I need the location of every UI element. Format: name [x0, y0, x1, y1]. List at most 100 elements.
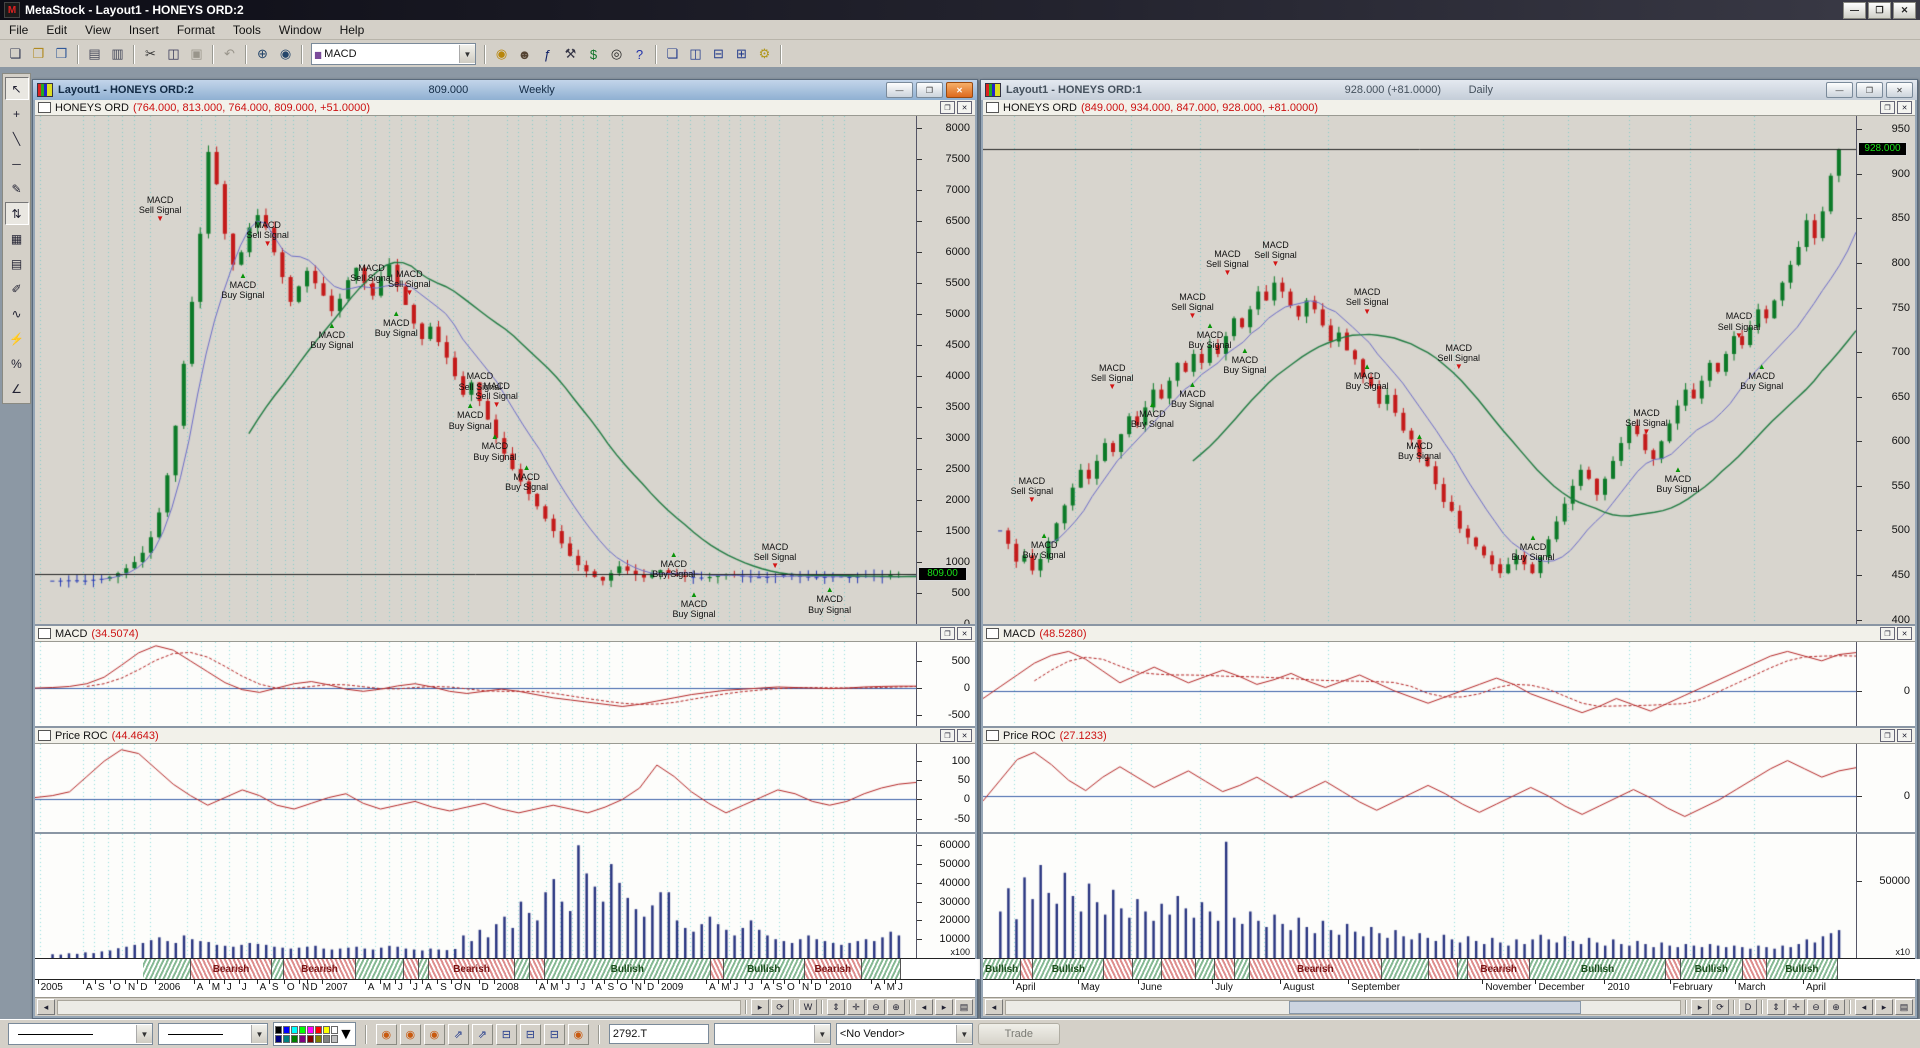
color-swatch[interactable]: [283, 1026, 290, 1034]
context-help-icon[interactable]: ?: [628, 44, 651, 65]
price-axis[interactable]: 950900850800750700650600550500450400928.…: [1856, 116, 1915, 624]
zoom-in-icon[interactable]: ⊕: [1827, 999, 1845, 1015]
open-folder-icon[interactable]: ❐: [27, 44, 50, 65]
zigzag-tool[interactable]: ∿: [5, 302, 29, 325]
window-close-button[interactable]: ✕: [946, 82, 973, 98]
line-style-combo[interactable]: ▼: [8, 1023, 153, 1045]
pointer-tool[interactable]: ↖: [5, 77, 29, 100]
app-close-button[interactable]: ✕: [1893, 2, 1916, 19]
cascade-windows-icon[interactable]: ❏: [661, 44, 684, 65]
trendline-tool[interactable]: ╲: [5, 127, 29, 150]
play-icon[interactable]: ▸: [1691, 999, 1709, 1015]
menu-format[interactable]: Format: [168, 21, 224, 39]
line-weight-combo[interactable]: ▼: [158, 1023, 268, 1045]
volume-axis[interactable]: 600005000040000300002000010000x100: [916, 834, 975, 958]
trade-button[interactable]: Trade: [978, 1023, 1060, 1045]
layout-list-icon[interactable]: ▤: [1895, 999, 1913, 1015]
pane-close-button[interactable]: ✕: [957, 729, 972, 742]
macd-chart[interactable]: [35, 642, 916, 726]
horizontal-scrollbar[interactable]: [1005, 1000, 1681, 1015]
color-swatch[interactable]: [307, 1035, 314, 1043]
layout-list-icon[interactable]: ▤: [955, 999, 973, 1015]
new-chart-icon[interactable]: ❏: [4, 44, 27, 65]
menu-file[interactable]: File: [0, 21, 37, 39]
move-chart-icon[interactable]: ✛: [1787, 999, 1805, 1015]
crosshair-icon[interactable]: ⊕: [251, 44, 274, 65]
news-icon[interactable]: ◉: [424, 1024, 445, 1045]
fit-vertical-icon[interactable]: ⇕: [1767, 999, 1785, 1015]
window-caption[interactable]: Layout1 - HONEYS ORD:1 928.000 (+81.0000…: [981, 80, 1917, 100]
zoom-out-icon[interactable]: ⊖: [1807, 999, 1825, 1015]
color-swatch[interactable]: [307, 1026, 314, 1034]
fit-vertical-icon[interactable]: ⇕: [827, 999, 845, 1015]
menu-view[interactable]: View: [76, 21, 120, 39]
study-grid-tool[interactable]: ▦: [5, 227, 29, 250]
tile-panel-icon[interactable]: ⊟: [496, 1024, 517, 1045]
page-right-icon[interactable]: ▸: [1875, 999, 1893, 1015]
pane-close-button[interactable]: ✕: [1897, 729, 1912, 742]
color-swatch[interactable]: [315, 1026, 322, 1034]
macd-axis[interactable]: 0: [1856, 642, 1915, 726]
print-icon[interactable]: ▤: [83, 44, 106, 65]
chart-window-daily[interactable]: Layout1 - HONEYS ORD:1 928.000 (+81.0000…: [980, 79, 1918, 1019]
color-swatch[interactable]: [283, 1035, 290, 1043]
tile-grid-icon[interactable]: ⊞: [730, 44, 753, 65]
window-options-icon[interactable]: ⚙: [753, 44, 776, 65]
tick-data-icon[interactable]: ◉: [376, 1024, 397, 1045]
scroll-left-button[interactable]: ◂: [37, 999, 55, 1015]
save-icon[interactable]: ❒: [50, 44, 73, 65]
color-swatch[interactable]: [331, 1026, 338, 1034]
lightning-tool[interactable]: ⚡: [5, 327, 29, 350]
date-axis[interactable]: 2005ASOND2006AMJJASOND2007AMJJASOND2008A…: [35, 979, 975, 997]
price-axis[interactable]: 8000750070006500600055005000450040003500…: [916, 116, 975, 624]
pane-icon[interactable]: [986, 730, 999, 741]
window-close-button[interactable]: ✕: [1886, 82, 1913, 98]
pane-close-button[interactable]: ✕: [1897, 101, 1912, 114]
pane-restore-button[interactable]: ❐: [1880, 729, 1895, 742]
move-chart-icon[interactable]: ✛: [847, 999, 865, 1015]
cut-icon[interactable]: ✂: [139, 44, 162, 65]
volume-axis[interactable]: 50000x10: [1856, 834, 1915, 958]
pane-close-button[interactable]: ✕: [957, 627, 972, 640]
date-axis[interactable]: AprilMayJuneJulyAugustSeptemberNovemberD…: [983, 979, 1915, 997]
symbol-input[interactable]: [609, 1024, 709, 1044]
zoom-page-icon[interactable]: ◉: [274, 44, 297, 65]
window-minimize-button[interactable]: —: [886, 82, 913, 98]
percent-tool[interactable]: %: [5, 352, 29, 375]
roc-chart[interactable]: [983, 744, 1856, 832]
pane-restore-button[interactable]: ❐: [1880, 101, 1895, 114]
menu-window[interactable]: Window: [270, 21, 331, 39]
scrollbar-thumb[interactable]: [1289, 1001, 1581, 1014]
quote-icon[interactable]: ◉: [400, 1024, 421, 1045]
periodicity-button[interactable]: W: [799, 999, 817, 1015]
pane-icon[interactable]: [986, 628, 999, 639]
play-icon[interactable]: ▸: [751, 999, 769, 1015]
page-right-icon[interactable]: ▸: [935, 999, 953, 1015]
macd-axis[interactable]: 5000-500: [916, 642, 975, 726]
tile-horizontal-icon[interactable]: ⊟: [707, 44, 730, 65]
menu-tools[interactable]: Tools: [224, 21, 270, 39]
horizontal-line-tool[interactable]: ─: [5, 152, 29, 175]
tile-vertical-icon[interactable]: ◫: [684, 44, 707, 65]
color-picker-combo[interactable]: ▼: [273, 1022, 356, 1046]
menu-help[interactable]: Help: [331, 21, 374, 39]
roc-axis[interactable]: 100500-50: [916, 744, 975, 832]
open-layout-icon[interactable]: ⇗: [472, 1024, 493, 1045]
find-binoculars-icon[interactable]: ◎: [605, 44, 628, 65]
pane-icon[interactable]: [38, 628, 51, 639]
roc-chart[interactable]: [35, 744, 916, 832]
color-swatch[interactable]: [323, 1026, 330, 1034]
downloader-icon[interactable]: $: [582, 44, 605, 65]
tile-panel-icon-2[interactable]: ⊟: [520, 1024, 541, 1045]
pane-icon[interactable]: [38, 730, 51, 741]
menu-insert[interactable]: Insert: [120, 21, 168, 39]
web-online-icon[interactable]: ◉: [568, 1024, 589, 1045]
color-swatch[interactable]: [275, 1035, 282, 1043]
explorer-icon[interactable]: ◉: [490, 44, 513, 65]
page-left-icon[interactable]: ◂: [915, 999, 933, 1015]
undo-icon[interactable]: ↶: [218, 44, 241, 65]
open-chart-icon[interactable]: ⇗: [448, 1024, 469, 1045]
refresh-icon[interactable]: ⟳: [771, 999, 789, 1015]
window-caption[interactable]: Layout1 - HONEYS ORD:2 809.000 Weekly — …: [33, 80, 977, 100]
paste-icon[interactable]: ▣: [185, 44, 208, 65]
